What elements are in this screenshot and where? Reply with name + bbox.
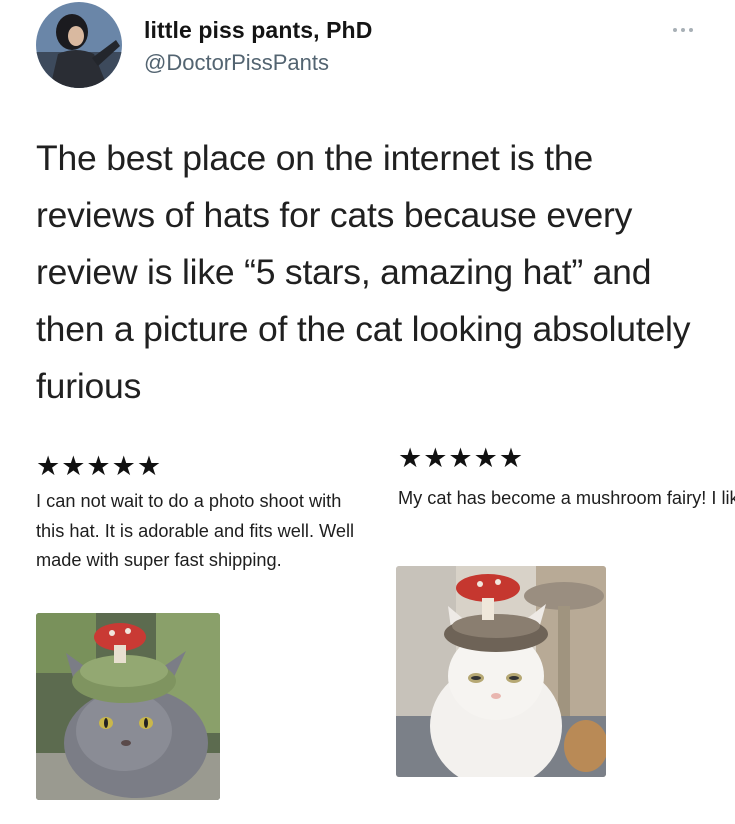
avatar[interactable] xyxy=(36,2,122,88)
user-handle[interactable]: @DoctorPissPants xyxy=(144,50,329,76)
star-rating: ★★★★★ xyxy=(398,443,525,473)
star-rating: ★★★★★ xyxy=(36,451,163,481)
cat-photo-green-hat xyxy=(36,613,220,800)
avatar-image xyxy=(36,2,122,88)
cat-photo-mushroom-hat xyxy=(396,566,606,777)
tweet-text: The best place on the internet is the re… xyxy=(36,138,691,406)
more-horizontal-icon[interactable] xyxy=(668,23,698,37)
display-name[interactable]: little piss pants, PhD xyxy=(144,17,372,44)
review-text: My cat has become a mushroom fairy! I li… xyxy=(398,488,735,508)
review-text: I can not wait to do a photo shoot with … xyxy=(36,491,355,570)
